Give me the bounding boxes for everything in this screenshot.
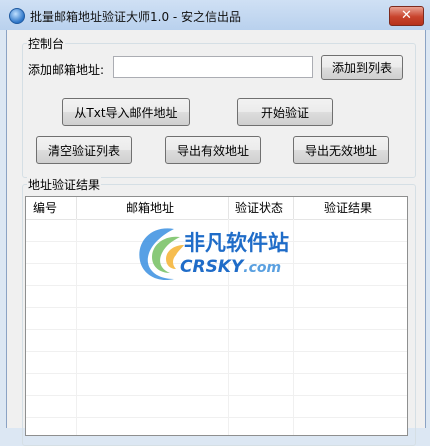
grid-column-line	[76, 219, 77, 435]
column-separator	[76, 197, 77, 219]
results-group-title: 地址验证结果	[27, 176, 102, 193]
import-txt-button[interactable]: 从Txt导入邮件地址	[62, 98, 190, 126]
list-header: 编号 邮箱地址 验证状态 验证结果	[26, 197, 407, 220]
watermark-en-text: CRSKY.com	[180, 257, 281, 277]
grid-row-line	[26, 373, 407, 374]
grid-row-line	[26, 417, 407, 418]
watermark-cn-text: 非凡软件站	[184, 231, 289, 255]
column-header-result[interactable]: 验证结果	[324, 197, 372, 219]
start-verify-button[interactable]: 开始验证	[237, 98, 333, 126]
results-list[interactable]: 编号 邮箱地址 验证状态 验证结果 非凡软件站 CRSKY.com	[25, 196, 408, 436]
export-invalid-button[interactable]: 导出无效地址	[293, 136, 389, 164]
grid-row-line	[26, 307, 407, 308]
close-button[interactable]: ✕	[389, 6, 424, 26]
grid-row-line	[26, 351, 407, 352]
console-group-title: 控制台	[27, 35, 66, 52]
add-to-list-button[interactable]: 添加到列表	[321, 55, 403, 80]
add-email-label: 添加邮箱地址:	[28, 63, 105, 77]
grid-row-line	[26, 329, 407, 330]
column-header-email[interactable]: 邮箱地址	[126, 197, 174, 219]
clear-list-button[interactable]: 清空验证列表	[36, 136, 132, 164]
title-bar[interactable]: 批量邮箱地址验证大师1.0 - 安之信出品 ✕	[0, 0, 430, 30]
watermark-brand: CRSKY	[180, 257, 244, 277]
grid-row-line	[26, 395, 407, 396]
column-header-status[interactable]: 验证状态	[235, 197, 283, 219]
column-separator	[293, 197, 294, 219]
email-input[interactable]	[113, 56, 313, 78]
window-title: 批量邮箱地址验证大师1.0 - 安之信出品	[30, 10, 242, 24]
column-separator	[228, 197, 229, 219]
watermark-logo: 非凡软件站 CRSKY.com	[134, 223, 304, 289]
column-header-id[interactable]: 编号	[33, 197, 57, 219]
watermark-domain: .com	[243, 260, 282, 276]
window-client-area: 控制台 添加邮箱地址: 添加到列表 从Txt导入邮件地址 开始验证 清空验证列表…	[6, 30, 426, 446]
export-valid-button[interactable]: 导出有效地址	[165, 136, 261, 164]
app-icon	[9, 8, 25, 24]
